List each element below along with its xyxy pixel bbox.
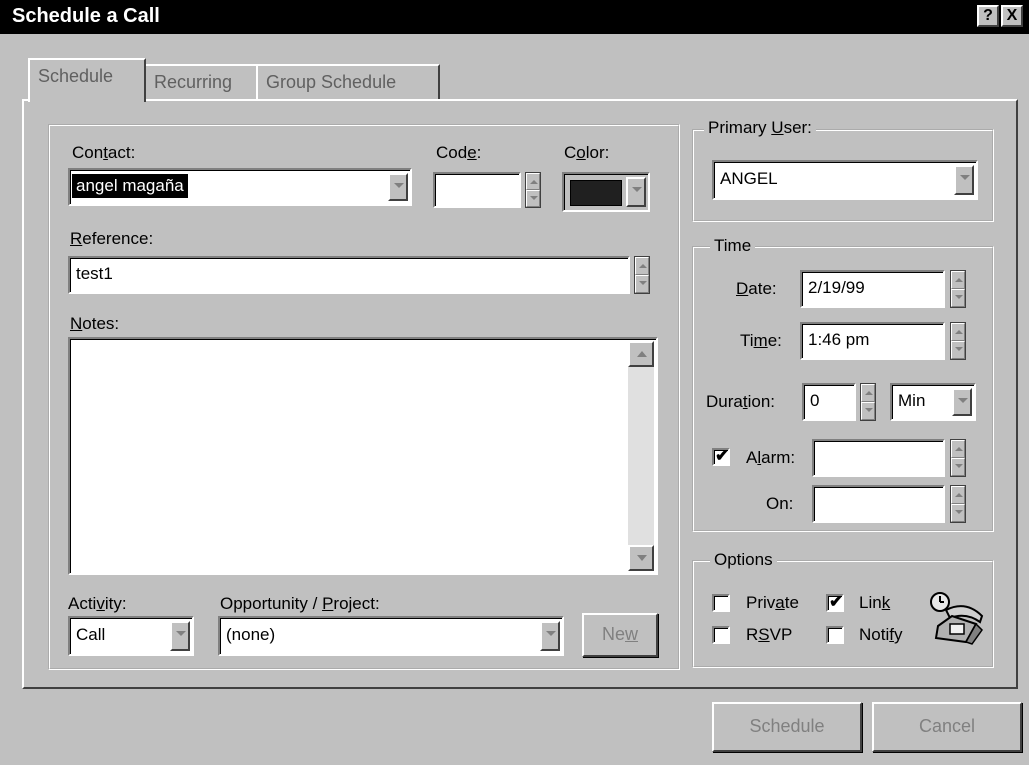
- date-input[interactable]: 2/19/99: [800, 270, 945, 308]
- tab-recurring[interactable]: Recurring: [144, 64, 258, 100]
- notes-scrollbar[interactable]: [628, 341, 654, 571]
- new-button[interactable]: New: [582, 613, 658, 657]
- duration-unit-dropdown-button[interactable]: [952, 388, 972, 416]
- cancel-button[interactable]: Cancel: [872, 702, 1022, 752]
- contact-value: angel magaña: [72, 174, 188, 198]
- check-icon: ✔: [829, 592, 844, 611]
- contact-combobox[interactable]: angel magaña: [68, 168, 412, 206]
- private-checkbox[interactable]: [712, 594, 730, 612]
- telephone-clock-icon: [926, 586, 988, 648]
- duration-unit-combobox[interactable]: Min: [890, 383, 976, 421]
- date-spinner[interactable]: [950, 270, 966, 308]
- alarm-input[interactable]: [812, 439, 945, 477]
- link-label: Link: [859, 593, 891, 612]
- options-group-title: Options: [710, 550, 777, 570]
- help-button[interactable]: ?: [977, 5, 999, 27]
- code-input[interactable]: [433, 172, 521, 208]
- contact-label: Contact:: [72, 143, 136, 162]
- primary-user-combobox[interactable]: ANGEL: [712, 160, 978, 200]
- schedule-button[interactable]: Schedule: [712, 702, 862, 752]
- reference-input[interactable]: test1: [68, 256, 630, 294]
- code-spinner[interactable]: [525, 172, 541, 208]
- time-group-title: Time: [710, 236, 756, 256]
- opportunity-dropdown-button[interactable]: [540, 621, 560, 651]
- primary-user-label: Primary User:: [704, 118, 816, 138]
- scroll-down-button[interactable]: [628, 545, 654, 571]
- rsvp-checkbox[interactable]: [712, 626, 730, 644]
- scroll-up-button[interactable]: [628, 341, 654, 367]
- on-input[interactable]: [812, 485, 945, 523]
- alarm-label: Alarm:: [746, 448, 796, 467]
- alarm-checkbox[interactable]: ✔: [712, 446, 730, 466]
- scroll-down-arrow-icon: [637, 555, 647, 561]
- primary-user-dropdown-button[interactable]: [954, 165, 974, 195]
- duration-input[interactable]: 0: [802, 383, 856, 421]
- notify-label: Notify: [859, 625, 903, 644]
- color-swatch: [570, 180, 622, 206]
- check-icon: ✔: [715, 446, 730, 465]
- date-label: Date:: [736, 279, 777, 298]
- notes-label: Notes:: [70, 314, 120, 333]
- time-spinner[interactable]: [950, 322, 966, 360]
- notes-textarea[interactable]: [68, 337, 658, 575]
- reference-label: Reference:: [70, 229, 154, 248]
- window-title: Schedule a Call: [12, 5, 160, 27]
- activity-dropdown-button[interactable]: [170, 621, 190, 651]
- close-button[interactable]: X: [1001, 5, 1023, 27]
- activity-combobox[interactable]: Call: [68, 616, 194, 656]
- on-spinner[interactable]: [950, 485, 966, 523]
- on-label: On:: [766, 494, 794, 513]
- rsvp-label: RSVP: [746, 625, 793, 644]
- tab-schedule[interactable]: Schedule: [28, 58, 146, 102]
- title-bar: Schedule a Call ? X: [0, 0, 1029, 34]
- activity-label: Activity:: [68, 594, 127, 613]
- reference-spinner[interactable]: [634, 256, 650, 294]
- color-combobox[interactable]: [562, 172, 650, 212]
- scroll-up-arrow-icon: [637, 351, 647, 357]
- notify-checkbox[interactable]: [826, 626, 844, 644]
- private-label: Private: [746, 593, 799, 612]
- time-label: Time:: [740, 331, 782, 350]
- opportunity-label: Opportunity / Project:: [220, 594, 380, 613]
- code-label: Code:: [436, 143, 482, 162]
- color-dropdown-button[interactable]: [626, 177, 646, 207]
- duration-label: Duration:: [706, 392, 776, 411]
- link-checkbox[interactable]: ✔: [826, 592, 844, 612]
- alarm-spinner[interactable]: [950, 439, 966, 477]
- opportunity-combobox[interactable]: (none): [218, 616, 564, 656]
- contact-dropdown-button[interactable]: [388, 173, 408, 201]
- time-input[interactable]: 1:46 pm: [800, 322, 945, 360]
- duration-spinner[interactable]: [860, 383, 876, 421]
- tab-group-schedule[interactable]: Group Schedule: [256, 64, 440, 100]
- color-label: Color:: [564, 143, 610, 162]
